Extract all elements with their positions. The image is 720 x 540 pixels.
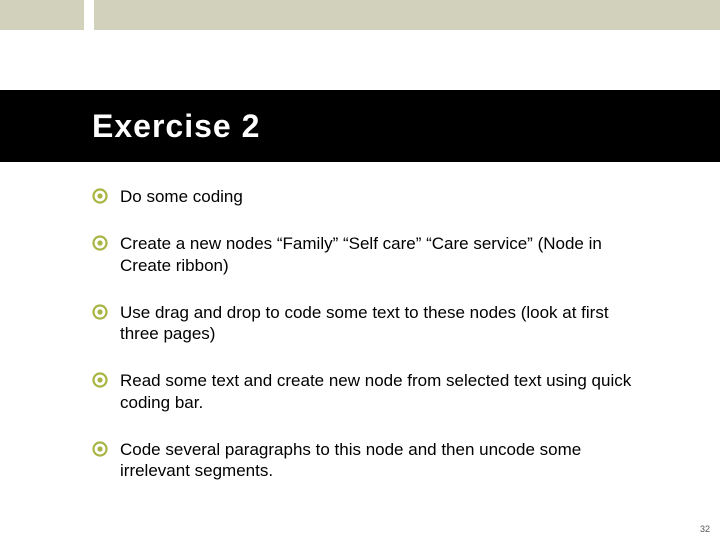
list-item-text: Read some text and create new node from …: [120, 370, 652, 413]
list-item-text: Code several paragraphs to this node and…: [120, 439, 652, 482]
list-item: Read some text and create new node from …: [92, 370, 652, 413]
list-item: Create a new nodes “Family” “Self care” …: [92, 233, 652, 276]
title-band: Exercise 2: [0, 90, 720, 162]
target-bullet-icon: [92, 188, 108, 204]
list-item-text: Use drag and drop to code some text to t…: [120, 302, 652, 345]
target-bullet-icon: [92, 372, 108, 388]
target-bullet-icon: [92, 304, 108, 320]
top-accent-right: [94, 0, 720, 30]
list-item: Use drag and drop to code some text to t…: [92, 302, 652, 345]
page-number: 32: [700, 524, 710, 534]
list-item-text: Create a new nodes “Family” “Self care” …: [120, 233, 652, 276]
target-bullet-icon: [92, 441, 108, 457]
target-bullet-icon: [92, 235, 108, 251]
list-item-text: Do some coding: [120, 186, 243, 207]
slide-title: Exercise 2: [92, 108, 260, 145]
bullet-list: Do some coding Create a new nodes “Famil…: [92, 186, 652, 507]
list-item: Code several paragraphs to this node and…: [92, 439, 652, 482]
top-accent-left: [0, 0, 84, 30]
list-item: Do some coding: [92, 186, 652, 207]
